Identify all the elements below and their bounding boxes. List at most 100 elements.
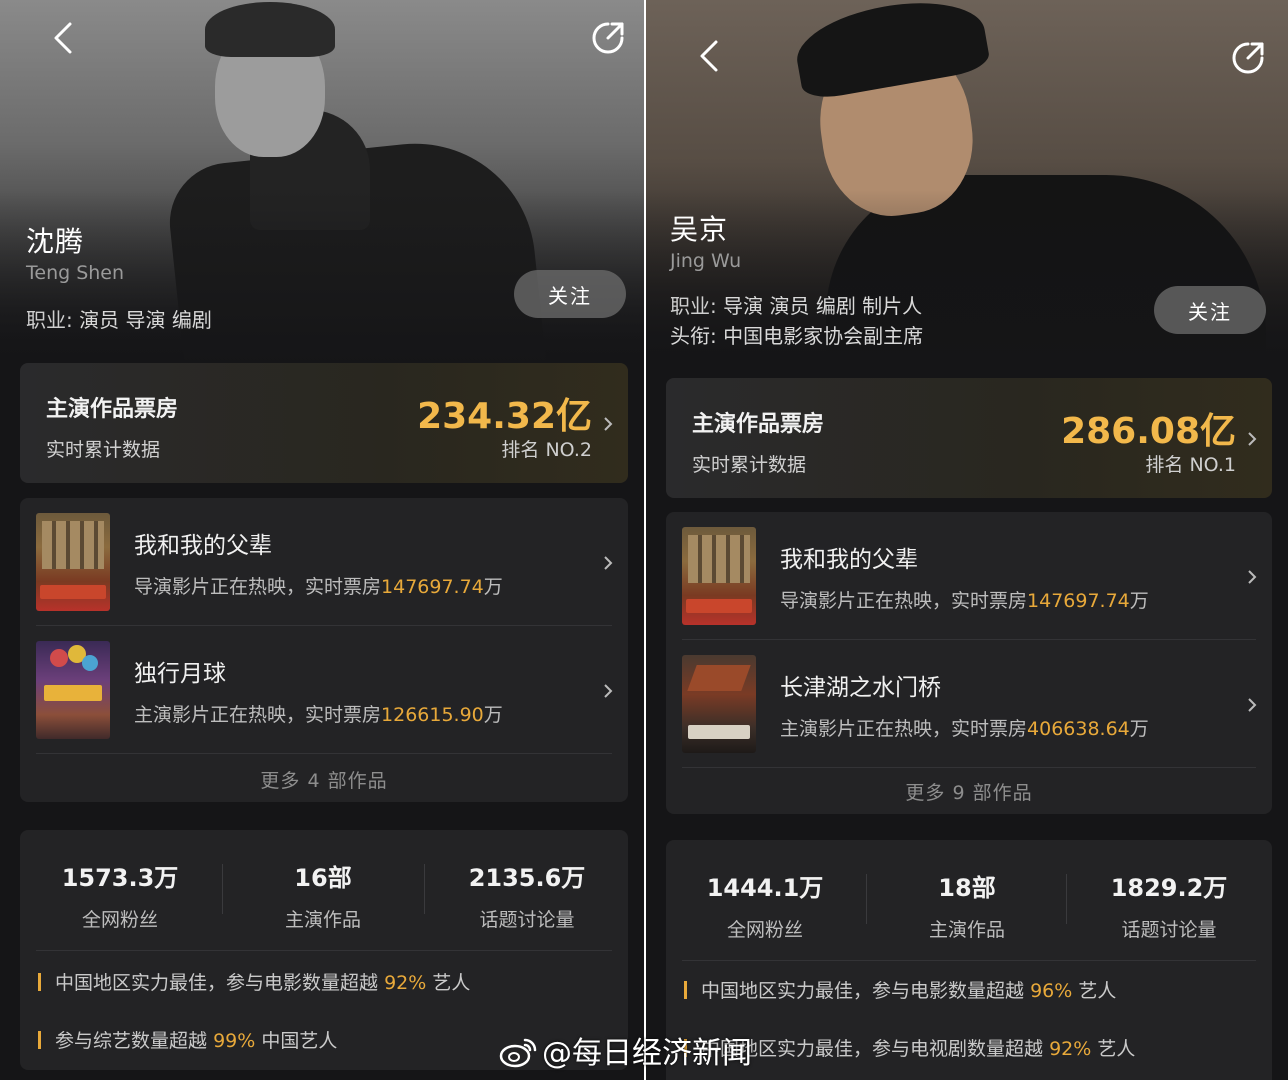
work-title: 我和我的父辈 <box>780 547 918 573</box>
chevron-right-icon <box>602 682 614 700</box>
work-box-office: 126615.90 <box>381 704 484 726</box>
work-title: 我和我的父辈 <box>134 533 272 559</box>
divider <box>36 950 612 951</box>
artist-name-cn: 沈腾 <box>26 225 85 258</box>
movie-poster <box>36 641 110 739</box>
note-percent: 99% <box>213 1030 256 1052</box>
stat-value: 16部 <box>294 864 352 892</box>
artist-name-en: Teng Shen <box>26 262 125 284</box>
movie-poster <box>36 513 110 611</box>
work-box-office: 406638.64 <box>1027 718 1130 740</box>
work-title: 长津湖之水门桥 <box>780 675 941 701</box>
work-box-office: 147697.74 <box>381 576 484 598</box>
box-office-value: 234.32亿 <box>417 396 592 437</box>
work-item[interactable]: 长津湖之水门桥 主演影片正在热映，实时票房406638.64万 <box>666 640 1272 768</box>
works-card: 我和我的父辈 导演影片正在热映，实时票房147697.74万 独行月球 主演影片… <box>20 498 628 802</box>
divider <box>682 960 1256 961</box>
work-item[interactable]: 我和我的父辈 导演影片正在热映，实时票房147697.74万 <box>20 498 628 626</box>
box-office-value: 286.08亿 <box>1061 411 1236 452</box>
occupation-line: 职业: 演员 导演 编剧 <box>26 304 212 333</box>
work-unit: 万 <box>1129 590 1149 612</box>
stat-value: 18部 <box>938 874 996 902</box>
stat-discussion: 1829.2万 话题讨论量 <box>1074 868 1264 942</box>
divider <box>222 864 223 914</box>
stat-discussion: 2135.6万 话题讨论量 <box>432 858 622 932</box>
box-office-rank: 排名 NO.1 <box>1145 454 1236 476</box>
stat-works: 16部 主演作品 <box>228 858 418 932</box>
share-button[interactable] <box>588 18 628 58</box>
ranking-note: 参与综艺数量超越 99% 中国艺人 <box>38 1026 337 1053</box>
occupation-value: 演员 导演 编剧 <box>79 308 212 332</box>
occupation-line: 职业: 导演 演员 编剧 制片人 <box>670 290 922 319</box>
work-box-office: 147697.74 <box>1027 590 1130 612</box>
work-unit: 万 <box>483 704 503 726</box>
follow-button[interactable]: 关注 <box>514 270 626 318</box>
work-item[interactable]: 独行月球 主演影片正在热映，实时票房126615.90万 <box>20 626 628 754</box>
work-desc-text: 主演影片正在热映，实时票房 <box>780 718 1028 740</box>
note-text: 参与综艺数量超越 <box>55 1030 208 1052</box>
work-unit: 万 <box>483 576 503 598</box>
stat-label: 主演作品 <box>928 919 1005 941</box>
note-text: 中国地区实力最佳，参与电影数量超越 <box>701 980 1025 1002</box>
divider <box>682 767 1256 768</box>
chevron-right-icon <box>1246 430 1258 448</box>
work-desc: 主演影片正在热映，实时票房406638.64万 <box>780 714 1149 741</box>
box-office-card[interactable]: 主演作品票房 实时累计数据 286.08亿 排名 NO.1 <box>666 378 1272 498</box>
back-button[interactable] <box>44 18 84 58</box>
chevron-right-icon <box>602 415 614 433</box>
share-icon <box>592 22 624 54</box>
occupation-label: 职业: <box>26 308 73 332</box>
honor-title-line: 头衔: 中国电影家协会副主席 <box>670 324 924 348</box>
work-item[interactable]: 我和我的父辈 导演影片正在热映，实时票房147697.74万 <box>666 512 1272 640</box>
note-suffix: 艺人 <box>1078 980 1117 1002</box>
box-office-card[interactable]: 主演作品票房 实时累计数据 234.32亿 排名 NO.2 <box>20 363 628 483</box>
divider <box>1066 874 1067 924</box>
stat-value: 1444.1万 <box>706 874 824 902</box>
share-icon <box>1232 42 1264 74</box>
stat-fans: 1573.3万 全网粉丝 <box>25 858 215 932</box>
note-text: 中国地区实力最佳，参与电视剧数量超越 <box>701 1038 1044 1060</box>
occupation-value: 导演 演员 编剧 制片人 <box>723 294 923 318</box>
more-works-link[interactable]: 更多 4 部作品 <box>20 766 628 793</box>
divider <box>424 864 425 914</box>
stat-works: 18部 主演作品 <box>872 868 1062 942</box>
artist-name-en: Jing Wu <box>670 250 742 272</box>
occupation-label: 职业: <box>670 294 717 318</box>
chevron-right-icon <box>1246 696 1258 714</box>
box-office-title: 主演作品票房 <box>46 397 179 422</box>
ranking-note: 中国地区实力最佳，参与电影数量超越 96% 艺人 <box>684 976 1116 1003</box>
box-office-subtitle: 实时累计数据 <box>46 439 161 461</box>
work-title: 独行月球 <box>134 661 226 687</box>
work-desc-text: 导演影片正在热映，实时票房 <box>134 576 382 598</box>
stat-label: 话题讨论量 <box>479 909 575 931</box>
work-unit: 万 <box>1129 718 1149 740</box>
chevron-right-icon <box>602 554 614 572</box>
divider <box>866 874 867 924</box>
box-office-subtitle: 实时累计数据 <box>692 454 807 476</box>
chevron-right-icon <box>1246 568 1258 586</box>
work-desc-text: 主演影片正在热映，实时票房 <box>134 704 382 726</box>
box-office-rank: 排名 NO.2 <box>501 439 592 461</box>
share-button[interactable] <box>1228 38 1268 78</box>
stat-value: 1829.2万 <box>1110 874 1228 902</box>
weibo-watermark: @每日经济新闻 <box>498 1028 752 1072</box>
movie-poster <box>682 527 756 625</box>
divider <box>36 753 612 754</box>
movie-poster <box>682 655 756 753</box>
back-arrow-icon <box>700 40 718 72</box>
weibo-logo-icon <box>498 1035 538 1069</box>
note-suffix: 中国艺人 <box>261 1030 338 1052</box>
back-button[interactable] <box>690 36 730 76</box>
profile-panel-left: 沈腾 Teng Shen 职业: 演员 导演 编剧 关注 主演作品票房 实时累计… <box>0 0 644 1080</box>
box-office-title: 主演作品票房 <box>692 412 825 437</box>
stat-label: 主演作品 <box>284 909 361 931</box>
stat-fans: 1444.1万 全网粉丝 <box>670 868 860 942</box>
back-arrow-icon <box>54 22 72 54</box>
note-percent: 92% <box>1049 1038 1092 1060</box>
ranking-note: 中国地区实力最佳，参与电影数量超越 92% 艺人 <box>38 968 470 995</box>
note-percent: 92% <box>384 972 427 994</box>
stat-label: 全网粉丝 <box>81 909 158 931</box>
follow-button[interactable]: 关注 <box>1154 286 1266 334</box>
work-desc: 主演影片正在热映，实时票房126615.90万 <box>134 700 503 727</box>
more-works-link[interactable]: 更多 9 部作品 <box>666 778 1272 805</box>
